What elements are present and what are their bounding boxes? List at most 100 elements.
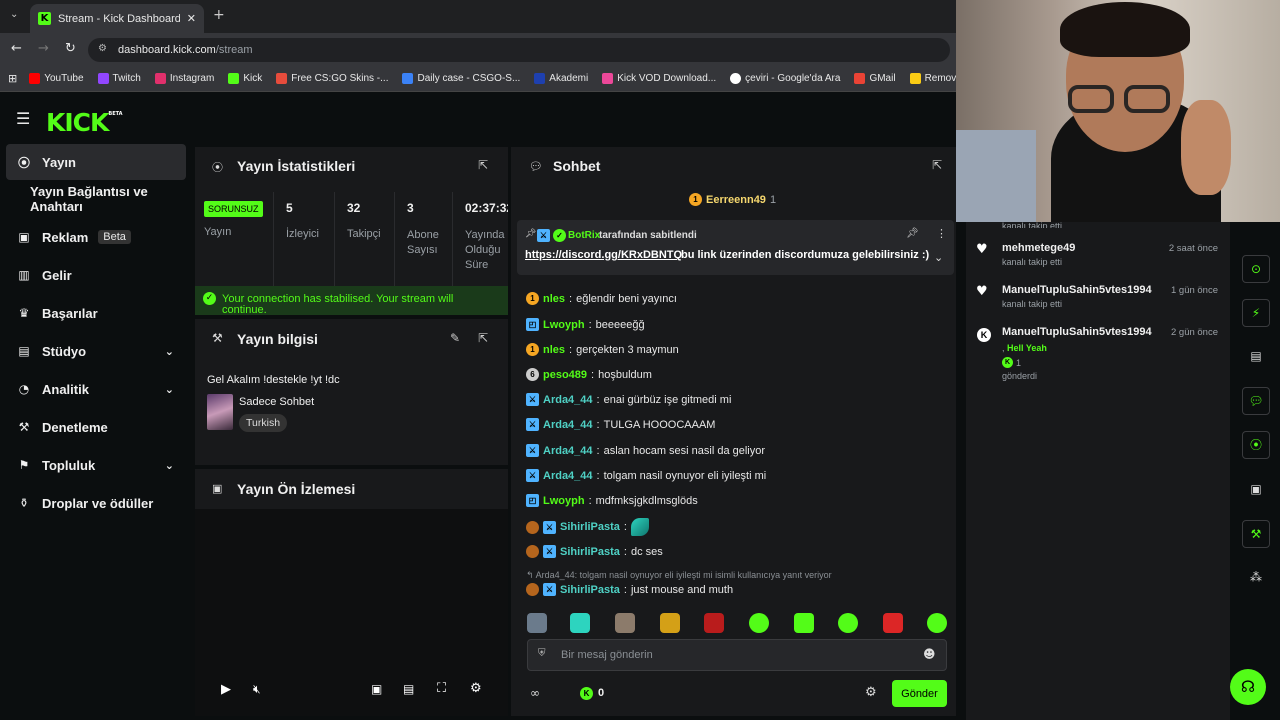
- chat-username[interactable]: Arda4_44: [543, 470, 593, 482]
- chat-message[interactable]: ◰ Lwoyph: mdfmksjgkdlmsglöds: [526, 494, 698, 507]
- emote-button[interactable]: [838, 613, 858, 633]
- bookmark-youtube[interactable]: YouTube: [29, 73, 84, 84]
- close-tab-icon[interactable]: ✕: [187, 12, 196, 25]
- fullscreen-icon[interactable]: ⛶: [437, 681, 446, 696]
- sidebar-item-gelir[interactable]: ▥ Gelir: [6, 257, 186, 293]
- stat-value: 5: [286, 201, 293, 215]
- emote-button[interactable]: [660, 613, 680, 633]
- pinned-link[interactable]: https://discord.gg/KRxDBNTQ: [525, 249, 682, 261]
- play-icon[interactable]: ▶: [221, 682, 231, 697]
- unpin-icon[interactable]: 📌︎: [906, 228, 919, 239]
- bookmark-daily-case[interactable]: Daily case - CSGO-S...: [402, 73, 520, 84]
- chat-username[interactable]: SihirliPasta: [560, 546, 620, 558]
- chat-message[interactable]: ⚔ SihirliPasta:: [526, 518, 649, 536]
- chat-message[interactable]: ⚔ Arda4_44: TULGA HOOOCAAAM: [526, 418, 715, 431]
- chat-message[interactable]: ◰ Lwoyph: beeeeeğğ: [526, 318, 645, 331]
- chat-username[interactable]: SihirliPasta: [560, 521, 620, 533]
- sidebar-item-stream-key[interactable]: Yayın Bağlantısı ve Anahtarı: [6, 181, 186, 217]
- bookmark-csgo-skins[interactable]: Free CS:GO Skins -...: [276, 73, 388, 84]
- chat-username[interactable]: nles: [543, 293, 565, 305]
- emote-button[interactable]: [883, 613, 903, 633]
- chat-message[interactable]: ⚔ Arda4_44: tolgam nasil oynuyor eli iyile…: [526, 469, 766, 482]
- support-headset-icon[interactable]: ☊: [1230, 669, 1266, 705]
- sidebar-item-reklam[interactable]: ▣ Reklam Beta: [6, 219, 186, 255]
- wrench-icon[interactable]: ⚒: [1242, 520, 1270, 548]
- chat-username[interactable]: Arda4_44: [543, 394, 593, 406]
- chat-input[interactable]: ⛨ Bir mesaj gönderin ☻: [527, 639, 947, 671]
- more-options-icon[interactable]: ⋮: [936, 227, 947, 240]
- activity-item[interactable]: ♥ mehmetege49 kanalı takip etti: [976, 242, 1075, 267]
- chat-username[interactable]: peso489: [543, 369, 587, 381]
- kick-logo[interactable]: KICKBETA: [46, 108, 123, 137]
- emote-button[interactable]: [704, 613, 724, 633]
- chat-message[interactable]: ⚔ SihirliPasta: just mouse and muth: [526, 583, 733, 596]
- sidebar-item-droplar[interactable]: ⚱ Droplar ve ödüller: [6, 485, 186, 521]
- chat-username[interactable]: SihirliPasta: [560, 584, 620, 596]
- sidebar-item-denetleme[interactable]: ⚒ Denetleme: [6, 409, 186, 445]
- document-icon[interactable]: ▤: [1242, 343, 1270, 371]
- popout-icon[interactable]: ⇱: [478, 158, 488, 172]
- chat-message[interactable]: ⚔ SihirliPasta: dc ses: [526, 545, 663, 558]
- browser-tab[interactable]: K Stream - Kick Dashboard ✕: [30, 4, 204, 33]
- sidebar-item-topluluk[interactable]: ⚑ Topluluk ⌄: [6, 447, 186, 483]
- send-button[interactable]: Gönder: [892, 680, 947, 707]
- popout-icon[interactable]: ⇱: [932, 158, 942, 172]
- drops-icon[interactable]: ⁂: [1242, 564, 1270, 592]
- site-settings-icon[interactable]: ⚙: [98, 43, 107, 54]
- sidebar-item-analitik[interactable]: ◔ Analitik ⌄: [6, 371, 186, 407]
- new-tab-icon[interactable]: +: [213, 7, 225, 23]
- chat-username[interactable]: nles: [543, 344, 565, 356]
- emote-button[interactable]: [615, 613, 635, 633]
- activity-item[interactable]: ♥ ManuelTupluSahin5vtes1994 kanalı takip…: [976, 284, 1152, 309]
- infinity-icon[interactable]: ∞: [530, 686, 540, 700]
- chat-username[interactable]: Arda4_44: [543, 419, 593, 431]
- chat-message[interactable]: ⚔ Arda4_44: enai gürbüz işe gitmedi mi: [526, 393, 731, 406]
- bookmark-kick[interactable]: Kick: [228, 73, 262, 84]
- bookmark-akademi[interactable]: Akademi: [534, 73, 588, 84]
- emote-button[interactable]: [794, 613, 814, 633]
- popout-icon[interactable]: ⇱: [478, 331, 488, 345]
- reload-icon[interactable]: ↻: [65, 41, 76, 56]
- emote-button[interactable]: [527, 613, 547, 633]
- chat-message[interactable]: 1 nles: gerçekten 3 maymun: [526, 343, 679, 356]
- status-badge: SORUNSUZ: [204, 201, 263, 217]
- broadcast-icon[interactable]: ⦿: [1242, 431, 1270, 459]
- sidebar-item-studyo[interactable]: ▤ Stüdyo ⌄: [6, 333, 186, 369]
- activity-item[interactable]: K ManuelTupluSahin5vtes1994 , Hell Yeah …: [977, 326, 1152, 381]
- theater-icon[interactable]: ▤: [403, 682, 414, 696]
- chat-username[interactable]: Lwoyph: [543, 495, 585, 507]
- lightning-icon[interactable]: ⚡︎: [1242, 299, 1270, 327]
- emote-button[interactable]: [570, 613, 590, 633]
- bookmark-gmail[interactable]: GMail: [854, 73, 896, 84]
- sidebar-item-yayin[interactable]: ⦿ Yayın: [6, 144, 186, 180]
- layout-icon[interactable]: ▣: [1242, 476, 1270, 504]
- chat-bubble-icon[interactable]: 💬︎: [1242, 387, 1270, 415]
- chat-message[interactable]: 1 nles: eğlendir beni yayıncı: [526, 292, 677, 305]
- bookmark-instagram[interactable]: Instagram: [154, 73, 214, 84]
- back-icon[interactable]: ←: [11, 41, 22, 56]
- top-gifter[interactable]: 1 Eerreenn49 1: [689, 193, 776, 206]
- chat-settings-icon[interactable]: ⚙: [865, 685, 877, 700]
- url-field[interactable]: ⚙ dashboard.kick.com/stream: [88, 38, 950, 62]
- chat-username[interactable]: Arda4_44: [543, 445, 593, 457]
- settings-icon[interactable]: ⚙: [470, 681, 482, 696]
- bookmark-kick-vod[interactable]: Kick VOD Download...: [602, 73, 716, 84]
- miniplayer-icon[interactable]: ▣: [371, 682, 382, 696]
- bookmark-twitch[interactable]: Twitch: [97, 73, 141, 84]
- bookmark-ceviri[interactable]: çeviri - Google'da Ara: [730, 73, 840, 84]
- tab-list-chevron-icon[interactable]: ⌄: [10, 9, 18, 20]
- forward-icon[interactable]: →: [38, 41, 49, 56]
- chat-username[interactable]: Lwoyph: [543, 319, 585, 331]
- menu-icon[interactable]: ☰: [16, 109, 30, 128]
- camera-icon[interactable]: ⊙: [1242, 255, 1270, 283]
- chat-message[interactable]: 6 peso489: hoşbuldum: [526, 368, 652, 381]
- edit-icon[interactable]: ✎: [450, 331, 460, 345]
- emoji-icon[interactable]: ☻: [923, 647, 936, 661]
- apps-icon[interactable]: ⊞: [8, 72, 17, 85]
- chevron-down-icon[interactable]: ⌄: [934, 251, 943, 264]
- emote-button[interactable]: [749, 613, 769, 633]
- sidebar-item-basarilar[interactable]: ♛ Başarılar: [6, 295, 186, 331]
- emote-button[interactable]: [927, 613, 947, 633]
- mute-icon[interactable]: 🔇︎: [253, 682, 261, 697]
- chat-message[interactable]: ⚔ Arda4_44: aslan hocam sesi nasil da geli…: [526, 444, 765, 457]
